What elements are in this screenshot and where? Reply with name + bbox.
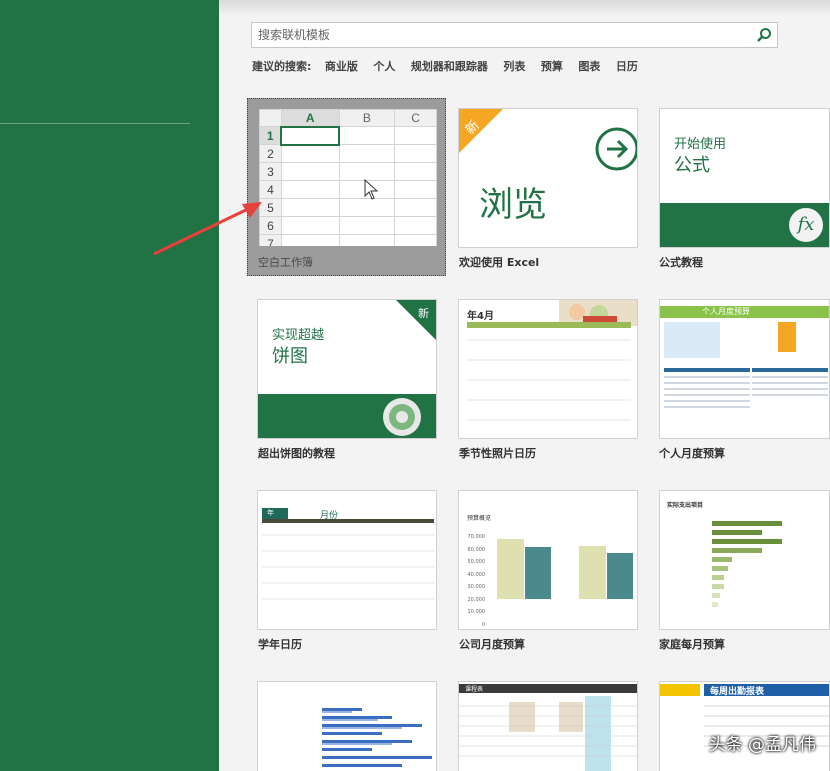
browse-text: 浏览: [479, 185, 547, 225]
report-thumbnail: [322, 708, 432, 767]
template-label: 家庭每月预算: [659, 638, 725, 651]
template-label: 个人月度预算: [659, 447, 725, 460]
pie-line2: 饼图: [272, 346, 308, 367]
row-header: 4: [259, 180, 282, 199]
template-formula-tutorial[interactable]: 开始使用 公式 fx: [659, 108, 830, 248]
formula-line2: 公式: [674, 155, 710, 176]
suggest-link-calendar[interactable]: 日历: [616, 60, 638, 73]
column-header: A: [280, 109, 340, 128]
row-header: 2: [259, 144, 282, 163]
template-bar-report[interactable]: [257, 681, 437, 771]
template-label: 公式教程: [659, 256, 703, 269]
column-header: C: [394, 109, 437, 127]
search-box[interactable]: [251, 22, 778, 48]
mouse-cursor-icon: [364, 179, 379, 200]
left-pane-divider: [0, 123, 190, 124]
template-company-budget[interactable]: 预算概览 70,000 60,000 50,000 40,000 30,000 20,…: [458, 490, 638, 630]
attendance-thumbnail: [704, 705, 829, 747]
family-hbar-chart: [712, 521, 782, 607]
budget-bar-chart: [497, 539, 633, 599]
template-weekly-attendance[interactable]: 每周出勤报表: [659, 681, 830, 771]
left-pane: [0, 0, 219, 771]
template-label: 季节性照片日历: [459, 447, 536, 460]
template-label: 超出饼图的教程: [258, 447, 335, 460]
template-family-budget[interactable]: 实际支出项目: [659, 490, 830, 630]
suggest-link-lists[interactable]: 列表: [503, 60, 525, 73]
fx-icon: fx: [786, 205, 826, 245]
template-beyond-pie[interactable]: 新 实现超越 饼图: [257, 299, 437, 439]
budget-thumbnail: [664, 322, 828, 408]
template-label: 欢迎使用 Excel: [459, 256, 540, 269]
academic-thumbnail: [262, 519, 434, 600]
suggest-link-planners[interactable]: 规划器和跟踪器: [411, 60, 488, 73]
new-badge: 新: [418, 307, 429, 320]
template-blank-workbook[interactable]: A B C 1 2 3 4 5 6 7 空白工作簿: [247, 98, 446, 276]
row-header: 1: [259, 126, 282, 145]
search-input[interactable]: [252, 23, 742, 47]
template-class-schedule[interactable]: 课程表: [458, 681, 638, 771]
search-icon[interactable]: [756, 27, 772, 43]
watermark: 头条 @孟凡伟: [708, 735, 816, 755]
suggest-link-budget[interactable]: 预算: [541, 60, 563, 73]
row-header: 3: [259, 162, 282, 181]
suggested-label: 建议的搜索:: [252, 60, 312, 73]
suggest-link-personal[interactable]: 个人: [373, 60, 395, 73]
template-welcome-excel[interactable]: 新 浏览: [458, 108, 638, 248]
template-label: 空白工作簿: [258, 256, 313, 269]
pie-thumbnail: [258, 300, 436, 438]
formula-line1: 开始使用: [674, 137, 727, 152]
template-label: 学年日历: [258, 638, 302, 651]
column-header: B: [338, 109, 396, 127]
suggest-link-business[interactable]: 商业版: [325, 60, 358, 73]
suggested-searches: 建议的搜索: 商业版 个人 规划器和跟踪器 列表 预算 图表 日历: [252, 58, 650, 74]
template-academic-calendar[interactable]: 年 月份: [257, 490, 437, 630]
red-arrow-annotation: [153, 202, 262, 256]
template-personal-budget[interactable]: 个人月度预算: [659, 299, 830, 439]
schedule-thumbnail: [459, 696, 637, 771]
blank-grid-thumbnail: A B C 1 2 3 4 5 6 7: [259, 109, 437, 246]
top-strip: [219, 0, 830, 16]
pie-line1: 实现超越: [272, 328, 325, 343]
suggest-link-charts[interactable]: 图表: [578, 60, 600, 73]
template-seasonal-calendar[interactable]: 年4月: [458, 299, 638, 439]
calendar-thumbnail: [467, 300, 637, 421]
template-label: 公司月度预算: [459, 638, 525, 651]
